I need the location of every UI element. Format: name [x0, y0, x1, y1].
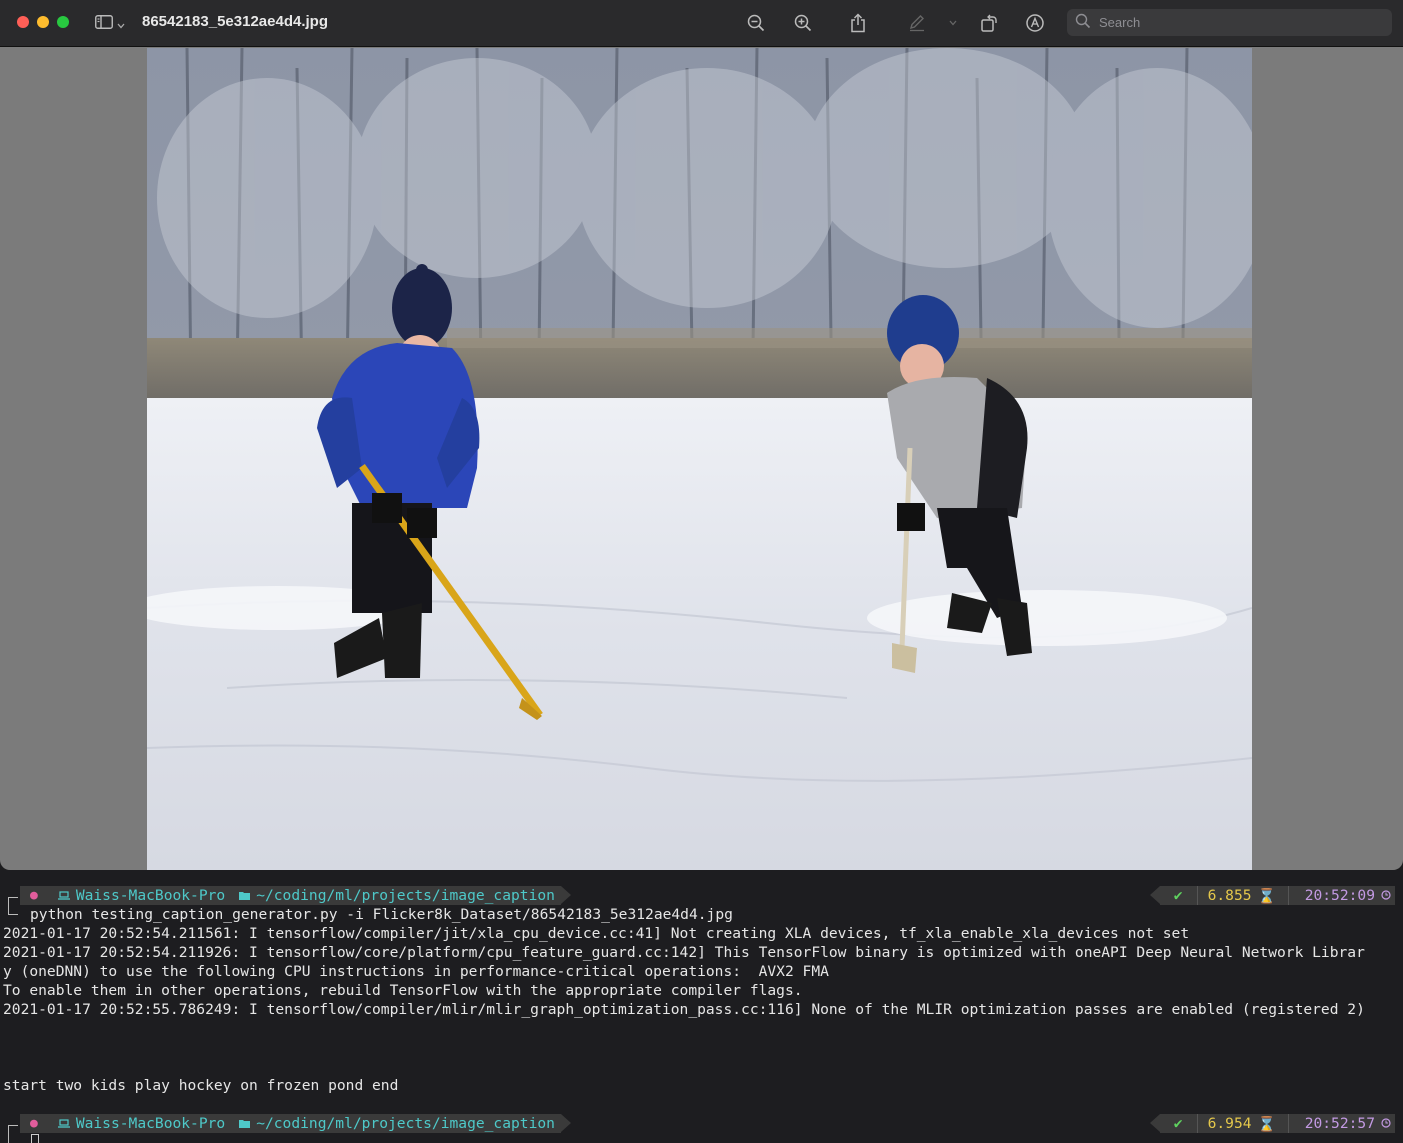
prompt-connector [8, 1125, 18, 1143]
hourglass-icon: ⌛ [1257, 887, 1276, 905]
title-bar: 86542183_5e312ae4d4.jpg [0, 0, 1403, 47]
minimize-window-button[interactable] [37, 16, 49, 28]
laptop-icon [57, 887, 70, 904]
prompt-left-segment: ● Waiss-MacBook-Pro ~/coding/ml/projects… [20, 886, 571, 905]
close-window-button[interactable] [17, 16, 29, 28]
output-line: To enable them in other operations, rebu… [3, 982, 803, 999]
preview-window: 86542183_5e312ae4d4.jpg [0, 0, 1403, 870]
folder-icon [239, 1115, 251, 1132]
clock-icon [1381, 887, 1391, 904]
output-line: 2021-01-17 20:52:55.786249: I tensorflow… [3, 1001, 1365, 1018]
terminal-cursor [31, 1134, 39, 1143]
current-directory: ~/coding/ml/projects/image_caption [256, 887, 555, 904]
command-duration: 6.855 [1207, 887, 1252, 904]
apple-icon: ● [30, 1116, 38, 1131]
prompt-left-segment: ● Waiss-MacBook-Pro ~/coding/ml/projects… [20, 1114, 571, 1133]
exit-status-ok: ✔ [1173, 1115, 1183, 1132]
laptop-icon [57, 1115, 70, 1132]
prompt-time: 20:52:09 [1304, 887, 1375, 904]
hostname: Waiss-MacBook-Pro [75, 1115, 226, 1132]
current-directory: ~/coding/ml/projects/image_caption [256, 1115, 555, 1132]
search-icon [1075, 13, 1091, 33]
prompt-line: ● Waiss-MacBook-Pro ~/coding/ml/projects… [0, 886, 1403, 905]
zoom-in-icon[interactable] [792, 12, 814, 34]
sidebar-toggle-button[interactable] [95, 13, 131, 33]
command-duration: 6.954 [1207, 1115, 1252, 1132]
search-field[interactable] [1067, 9, 1392, 36]
folder-icon [239, 887, 251, 904]
hockey-photo [147, 48, 1252, 870]
terminal-pane[interactable]: ● Waiss-MacBook-Pro ~/coding/ml/projects… [0, 870, 1403, 1143]
output-line: y (oneDNN) to use the following CPU inst… [3, 963, 829, 980]
share-icon[interactable] [847, 12, 869, 34]
prompt-time: 20:52:57 [1304, 1115, 1375, 1132]
prompt-right-segment: ✔ 6.855 ⌛ 20:52:09 [1149, 886, 1395, 905]
rotate-icon[interactable] [978, 12, 1000, 34]
chevron-down-icon[interactable] [943, 12, 963, 34]
search-input[interactable] [1097, 14, 1371, 31]
apple-icon: ● [30, 888, 38, 903]
fullscreen-window-button[interactable] [57, 16, 69, 28]
zoom-out-icon[interactable] [745, 12, 767, 34]
document-title: 86542183_5e312ae4d4.jpg [142, 13, 328, 30]
command-line: python testing_caption_generator.py -i F… [30, 906, 733, 923]
hostname: Waiss-MacBook-Pro [75, 887, 226, 904]
image-canvas [147, 48, 1252, 870]
prompt-line: ● Waiss-MacBook-Pro ~/coding/ml/projects… [0, 1114, 1403, 1133]
caption-output: start two kids play hockey on frozen pon… [3, 1077, 399, 1094]
output-line: 2021-01-17 20:52:54.211926: I tensorflow… [3, 944, 1365, 961]
prompt-connector [8, 897, 18, 915]
exit-status-ok: ✔ [1173, 887, 1183, 904]
sidebar-icon [95, 14, 113, 33]
chevron-down-icon [117, 14, 125, 33]
clock-icon [1381, 1115, 1391, 1132]
output-line: 2021-01-17 20:52:54.211561: I tensorflow… [3, 925, 1190, 942]
markup-pen-icon[interactable] [906, 12, 928, 34]
prompt-right-segment: ✔ 6.954 ⌛ 20:52:57 [1149, 1114, 1395, 1133]
annotate-icon[interactable] [1024, 12, 1046, 34]
hourglass-icon: ⌛ [1257, 1115, 1276, 1133]
